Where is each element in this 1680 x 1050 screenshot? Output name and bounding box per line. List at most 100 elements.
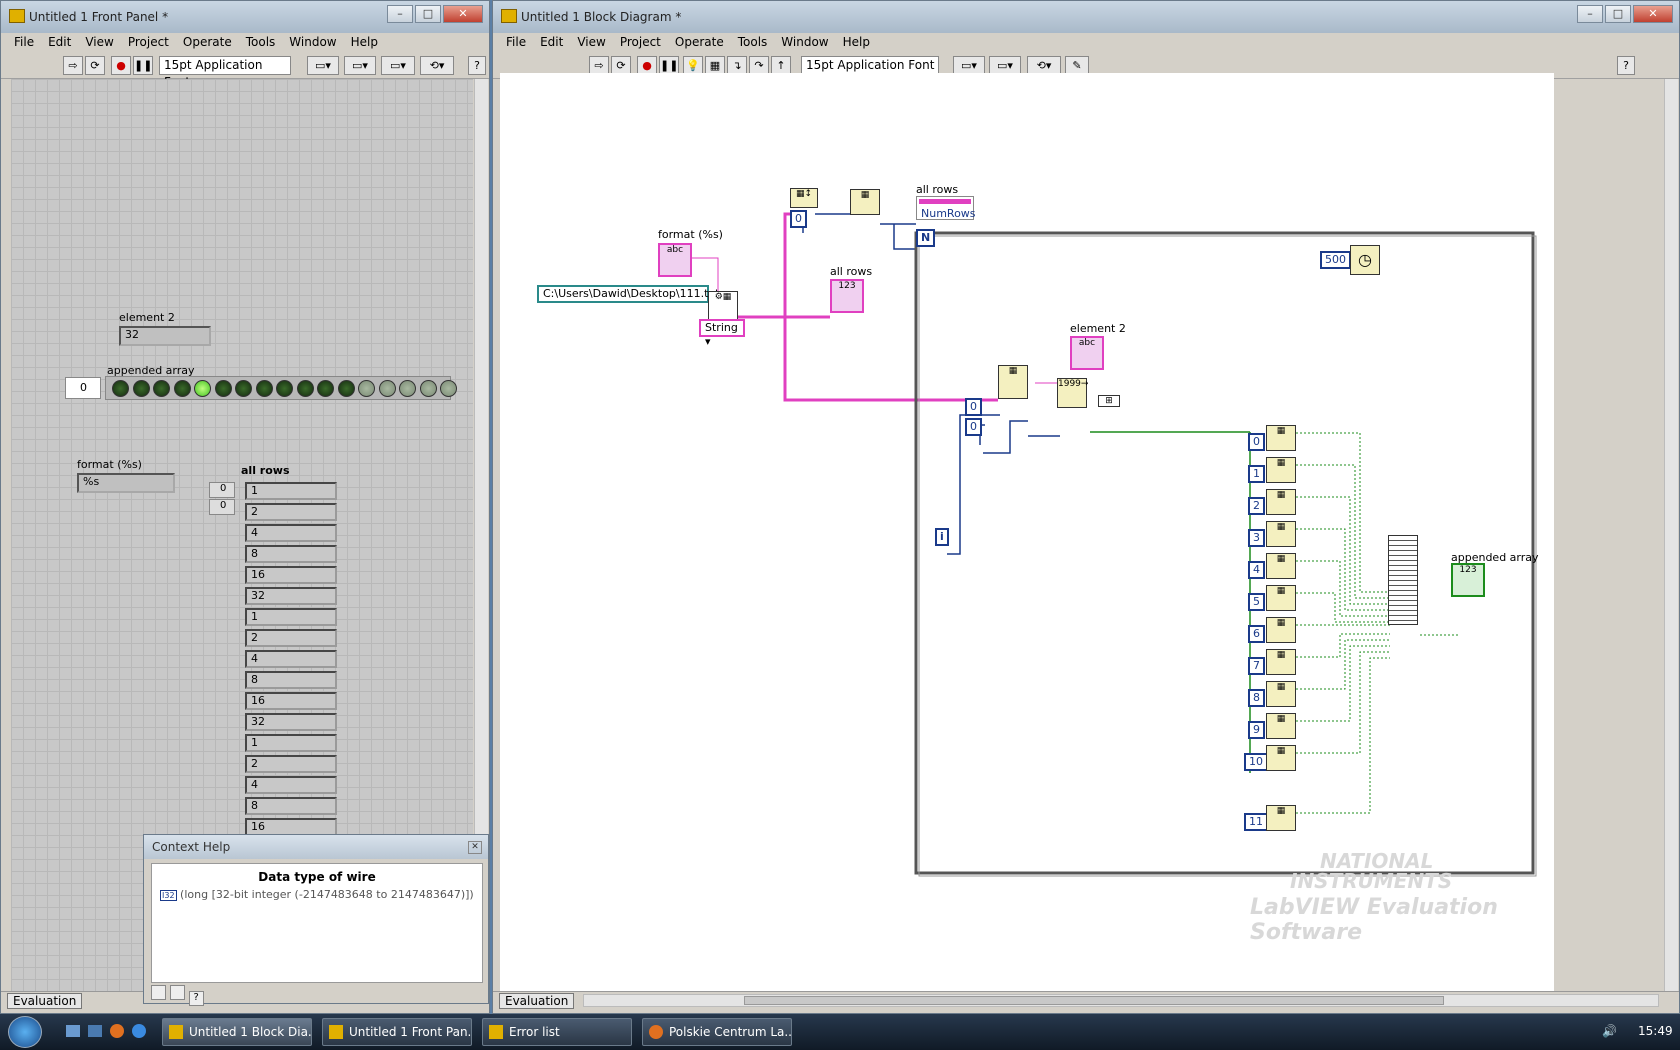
explorer-icon[interactable] xyxy=(88,1025,102,1037)
index-array-element-node[interactable]: ▦ xyxy=(1266,713,1296,739)
horizontal-scroll-thumb[interactable] xyxy=(744,996,1444,1005)
menu-window[interactable]: Window xyxy=(282,33,343,53)
index-constant[interactable]: 2 xyxy=(1248,497,1265,515)
task-error-list[interactable]: Error list xyxy=(482,1018,632,1046)
appended-array-index[interactable]: 0 xyxy=(65,377,101,399)
horizontal-scrollbar[interactable] xyxy=(583,994,1659,1007)
index-array-element-node[interactable]: ▦ xyxy=(1266,489,1296,515)
menu-file[interactable]: File xyxy=(499,33,533,53)
menu-help[interactable]: Help xyxy=(836,33,877,53)
font-select[interactable]: 15pt Application Font ▾ xyxy=(159,56,291,89)
index-array-element-node[interactable]: ▦ xyxy=(1266,585,1296,611)
index-array-element-node[interactable]: ▦ xyxy=(1266,745,1296,771)
reorder-button[interactable]: ⟲▾ xyxy=(420,56,454,75)
format-terminal[interactable]: abc xyxy=(658,243,692,277)
index-array-element-node[interactable]: ▦ xyxy=(1266,521,1296,547)
show-optional-terminals-icon[interactable] xyxy=(151,985,166,1000)
index-constant[interactable]: 4 xyxy=(1248,561,1265,579)
menu-help[interactable]: Help xyxy=(344,33,385,53)
menu-edit[interactable]: Edit xyxy=(41,33,78,53)
labview-icon xyxy=(9,9,25,23)
index-constant[interactable]: 5 xyxy=(1248,593,1265,611)
index-array-inner-node[interactable]: ▦ xyxy=(998,365,1028,399)
menu-file[interactable]: File xyxy=(7,33,41,53)
minimize-button[interactable]: – xyxy=(1577,5,1603,23)
help-button[interactable]: ? xyxy=(468,56,486,75)
close-button[interactable]: ✕ xyxy=(443,5,483,23)
menu-operate[interactable]: Operate xyxy=(668,33,731,53)
index-array-element-node[interactable]: ▦ xyxy=(1266,805,1296,831)
file-path-constant[interactable]: C:\Users\Dawid\Desktop\111.txt xyxy=(537,285,719,303)
index-array-element-node[interactable]: ▦ xyxy=(1266,617,1296,643)
index-array-element-node[interactable]: ▦ xyxy=(1266,553,1296,579)
run-continuously-button[interactable]: ⟳ xyxy=(85,56,105,75)
front-panel-titlebar: Untitled 1 Front Panel * – □ ✕ xyxy=(1,1,489,33)
maximize-button[interactable]: □ xyxy=(1605,5,1631,23)
start-button[interactable] xyxy=(8,1016,42,1048)
index-array-element-node[interactable]: ▦ xyxy=(1266,681,1296,707)
menu-operate[interactable]: Operate xyxy=(176,33,239,53)
help-button[interactable]: ? xyxy=(1617,56,1635,75)
resize-objects-button[interactable]: ▭▾ xyxy=(381,56,415,75)
index-constant[interactable]: 1 xyxy=(1248,465,1265,483)
decimal-string-to-number-node[interactable]: 1999→ xyxy=(1057,378,1088,408)
distribute-objects-button[interactable]: ▭▾ xyxy=(344,56,376,75)
wait-ms-constant[interactable]: 500 xyxy=(1320,251,1351,269)
menu-project[interactable]: Project xyxy=(121,33,176,53)
zero-constant-1[interactable]: 0 xyxy=(790,210,807,228)
all-rows-index-col[interactable]: 0 xyxy=(209,499,235,515)
menu-view[interactable]: View xyxy=(78,33,120,53)
index-constant[interactable]: 3 xyxy=(1248,529,1265,547)
lock-icon[interactable] xyxy=(169,985,185,1000)
run-button[interactable]: ⇨ xyxy=(63,56,83,75)
show-desktop-icon[interactable] xyxy=(66,1025,80,1037)
block-diagram-vscroll[interactable] xyxy=(1664,79,1678,991)
menu-tools[interactable]: Tools xyxy=(731,33,775,53)
format-control[interactable]: %s xyxy=(77,473,175,493)
maximize-button[interactable]: □ xyxy=(415,5,441,23)
index-constant[interactable]: 10 xyxy=(1244,753,1268,771)
minimize-button[interactable]: – xyxy=(387,5,413,23)
element2-terminal[interactable]: abc xyxy=(1070,336,1104,370)
menu-project[interactable]: Project xyxy=(613,33,668,53)
context-help-close-icon[interactable]: ✕ xyxy=(468,841,482,854)
task-block-diagram[interactable]: Untitled 1 Block Dia... xyxy=(162,1018,312,1046)
index-array-element-node[interactable]: ▦ xyxy=(1266,649,1296,675)
firefox-icon[interactable] xyxy=(110,1024,124,1038)
menu-view[interactable]: View xyxy=(570,33,612,53)
abort-button[interactable]: ● xyxy=(111,56,131,75)
index-array-node[interactable]: ▦ xyxy=(850,189,880,215)
task-front-panel[interactable]: Untitled 1 Front Pan... xyxy=(322,1018,472,1046)
menu-tools[interactable]: Tools xyxy=(239,33,283,53)
detailed-help-icon[interactable]: ? xyxy=(188,991,204,1006)
all-rows-index-row[interactable]: 0 xyxy=(209,482,235,498)
boolean-led xyxy=(235,380,252,397)
pause-button[interactable]: ❚❚ xyxy=(133,56,153,75)
wait-timer-icon[interactable]: ◷ xyxy=(1350,245,1380,275)
index-constant[interactable]: 7 xyxy=(1248,657,1265,675)
index-constant[interactable]: 8 xyxy=(1248,689,1265,707)
index-constant[interactable]: 9 xyxy=(1248,721,1265,739)
index-array-element-node[interactable]: ▦ xyxy=(1266,457,1296,483)
build-array-node[interactable] xyxy=(1388,535,1418,625)
align-objects-button[interactable]: ▭▾ xyxy=(307,56,339,75)
volume-icon[interactable]: 🔊 xyxy=(1602,1024,1617,1038)
index-constant[interactable]: 6 xyxy=(1248,625,1265,643)
zero-constant-2[interactable]: 0 xyxy=(965,398,982,416)
menu-window[interactable]: Window xyxy=(774,33,835,53)
appended-array-terminal[interactable]: 123 xyxy=(1451,563,1485,597)
task-firefox[interactable]: Polskie Centrum La... xyxy=(642,1018,792,1046)
i32-type-icon: I32 xyxy=(160,890,177,901)
numrows-property-node[interactable]: NumRows xyxy=(916,196,976,220)
index-constant[interactable]: 11 xyxy=(1244,813,1268,831)
string-type-selector[interactable]: String ▾ xyxy=(699,319,745,348)
all-rows-terminal[interactable]: 123 xyxy=(830,279,864,313)
index-array-element-node[interactable]: ▦ xyxy=(1266,425,1296,451)
array-size-node[interactable]: ▦↕ xyxy=(790,188,818,208)
close-button[interactable]: ✕ xyxy=(1633,5,1673,23)
number-to-boolean-array-node[interactable]: ⊞ xyxy=(1098,395,1120,407)
menu-edit[interactable]: Edit xyxy=(533,33,570,53)
ie-icon[interactable] xyxy=(132,1024,146,1038)
index-constant[interactable]: 0 xyxy=(1248,433,1265,451)
zero-constant-3[interactable]: 0 xyxy=(965,418,982,436)
